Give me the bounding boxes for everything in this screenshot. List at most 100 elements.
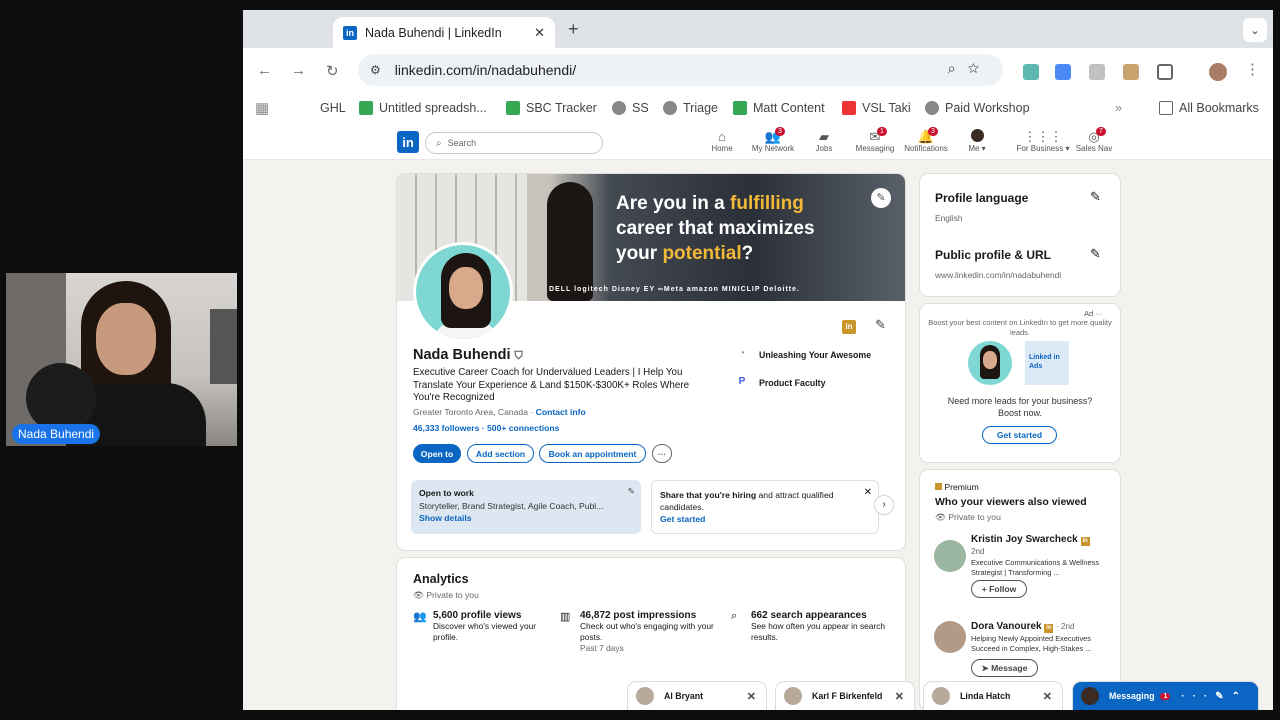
person-name-text: Kristin Joy Swarcheck [971,534,1078,545]
profile-settings-card: Profile language English Public profile … [920,174,1120,296]
close-icon[interactable]: ✕ [747,690,756,703]
avatar [636,687,654,705]
messaging-tab[interactable]: Messaging 1 ···✎⌃ [1073,682,1258,710]
linkedin-logo-icon[interactable]: in [397,131,419,153]
more-options-icon[interactable]: ··· [1095,309,1103,318]
browser-tab[interactable]: in Nada Buhendi | LinkedIn ✕ [333,17,555,48]
linkedin-favicon-icon: in [343,25,357,40]
bookmark-item[interactable]: Triage [663,101,718,115]
bookmark-item[interactable]: SS [612,101,649,115]
nav-me[interactable]: Me ▾ [949,129,1005,153]
messaging-actions-icon[interactable]: ···✎⌃ [1181,691,1248,702]
analytics-item[interactable]: ⌕ 662 search appearances See how often y… [731,610,896,643]
message-button[interactable]: ➤ Message [971,659,1038,677]
profile-photo[interactable] [413,242,513,342]
edit-intro-icon[interactable]: ✎ [875,317,886,333]
viewers-card: Premium Who your viewers also viewed 👁 P… [920,470,1120,710]
company-item[interactable]: ◔ Unleashing Your Awesome [733,348,871,362]
company-name: Unleashing Your Awesome [759,350,872,360]
company-item[interactable]: P Product Faculty [733,376,826,390]
book-appointment-button[interactable]: Book an appointment [539,444,646,463]
camera-extension-icon[interactable] [1089,64,1105,80]
open-to-work-card[interactable]: Open to work Storyteller, Brand Strategi… [411,480,641,534]
search-placeholder: Search [447,138,477,148]
nav-messaging[interactable]: ✉ 1 Messaging [847,127,903,153]
close-icon[interactable]: ✕ [1043,690,1052,703]
edit-language-icon[interactable]: ✎ [1090,189,1101,205]
analytics-item-desc: Discover who's viewed your profile. [433,621,537,642]
edit-icon[interactable]: ✎ [628,486,635,497]
analytics-item-desc: See how often you appear in search resul… [751,621,886,642]
hiring-card[interactable]: Share that you're hiring and attract qua… [651,480,879,534]
get-started-button[interactable]: Get started [982,426,1057,444]
bookmark-item[interactable]: VSL Taki [842,101,911,115]
follow-button[interactable]: + Follow [971,580,1027,598]
edit-url-icon[interactable]: ✎ [1090,246,1101,262]
edit-banner-icon[interactable]: ✎ [871,188,891,208]
linkedin-premium-icon: in [842,320,856,334]
carousel-next-icon[interactable]: › [875,496,893,514]
sheets-icon [506,101,520,115]
new-tab-icon[interactable]: + [568,19,579,40]
bookmark-item[interactable]: Untitled spreadsh... [359,101,487,115]
folder-icon [1159,101,1173,115]
home-icon: ⌂ [718,129,726,144]
open-to-button[interactable]: Open to [413,444,461,463]
close-icon[interactable]: ✕ [864,487,872,499]
bookmark-item[interactable]: Matt Content [733,101,825,115]
extension-icon[interactable] [1023,64,1039,80]
banner-text: your [616,243,663,264]
ad-text: Boost your best content on LinkedIn to g… [928,318,1112,337]
add-section-button[interactable]: Add section [467,444,534,463]
search-input[interactable]: ⌕ Search [425,132,603,154]
chat-name: Karl F Birkenfeld [812,691,883,701]
linkedin-page: in ⌕ Search ⌂ Home 👥 3 My Network ▰ Jobs ✉ 1 Me… [243,126,1273,710]
show-details-link[interactable]: Show details [419,513,633,523]
nav-home[interactable]: ⌂ Home [694,129,750,153]
analytics-private: 👁 Private to you [413,590,479,601]
chat-tab[interactable]: Linda Hatch ✕ [924,682,1062,710]
banner-text: ? [741,243,754,264]
contact-info-link[interactable]: Contact info [536,407,586,417]
more-bookmarks-icon[interactable]: » [1115,101,1122,115]
nav-sales-nav[interactable]: ◎ 7 Sales Nav [1066,127,1122,153]
back-icon[interactable]: ← [257,62,272,79]
close-tab-icon[interactable]: ✕ [534,25,545,41]
extension-icon[interactable] [1123,64,1139,80]
address-bar[interactable]: ⚙ linkedin.com/in/nadabuhendi/ ⌕☆ [358,54,1003,86]
more-options-icon[interactable]: ··· [652,444,672,463]
forward-icon[interactable]: → [291,62,306,79]
get-started-link[interactable]: Get started [660,513,870,525]
chat-tab[interactable]: Al Bryant ✕ [628,682,766,710]
zoom-bookmark-icons[interactable]: ⌕☆ [948,60,991,77]
extension-icon[interactable] [1055,64,1071,80]
sheets-icon [359,101,373,115]
nav-my-network[interactable]: 👥 3 My Network [745,127,801,153]
nav-label: Messaging [855,144,895,153]
followers-connections-link[interactable]: 46,333 followers · 500+ connections [413,423,559,433]
list-item[interactable]: Kristin Joy Swarcheck in 2nd Executive C… [934,534,1114,614]
kebab-menu-icon[interactable]: ⋮ [1245,60,1260,78]
analytics-item[interactable]: ▥ 46,872 post impressions Check out who'… [560,610,715,653]
profile-avatar[interactable] [1209,63,1227,81]
analytics-item-extra: Past 7 days [580,643,624,653]
nav-notifications[interactable]: 🔔 3 Notifications [898,127,954,153]
analytics-item[interactable]: 👥 5,600 profile views Discover who's vie… [413,610,553,643]
chat-tab[interactable]: Karl F Birkenfeld ✕ [776,682,914,710]
analytics-item-title: 5,600 profile views [433,610,522,621]
reload-icon[interactable]: ↻ [326,62,339,80]
all-bookmarks[interactable]: All Bookmarks [1159,101,1259,115]
bookmark-label: Triage [683,101,718,115]
puzzle-icon[interactable] [1157,64,1173,80]
bookmark-item[interactable]: GHL [320,101,346,115]
bookmark-item[interactable]: SBC Tracker [506,101,597,115]
banner-highlight: fulfilling [730,193,804,214]
chevron-down-icon[interactable]: ⌄ [1243,18,1267,42]
close-icon[interactable]: ✕ [895,690,904,703]
site-settings-icon[interactable]: ⚙ [370,63,381,77]
nav-jobs[interactable]: ▰ Jobs [796,129,852,153]
apps-grid-icon[interactable]: ▦ [255,99,269,117]
bookmark-item[interactable]: Paid Workshop [925,101,1030,115]
webcam-video [6,273,237,446]
premium-label: Premium [935,482,979,492]
